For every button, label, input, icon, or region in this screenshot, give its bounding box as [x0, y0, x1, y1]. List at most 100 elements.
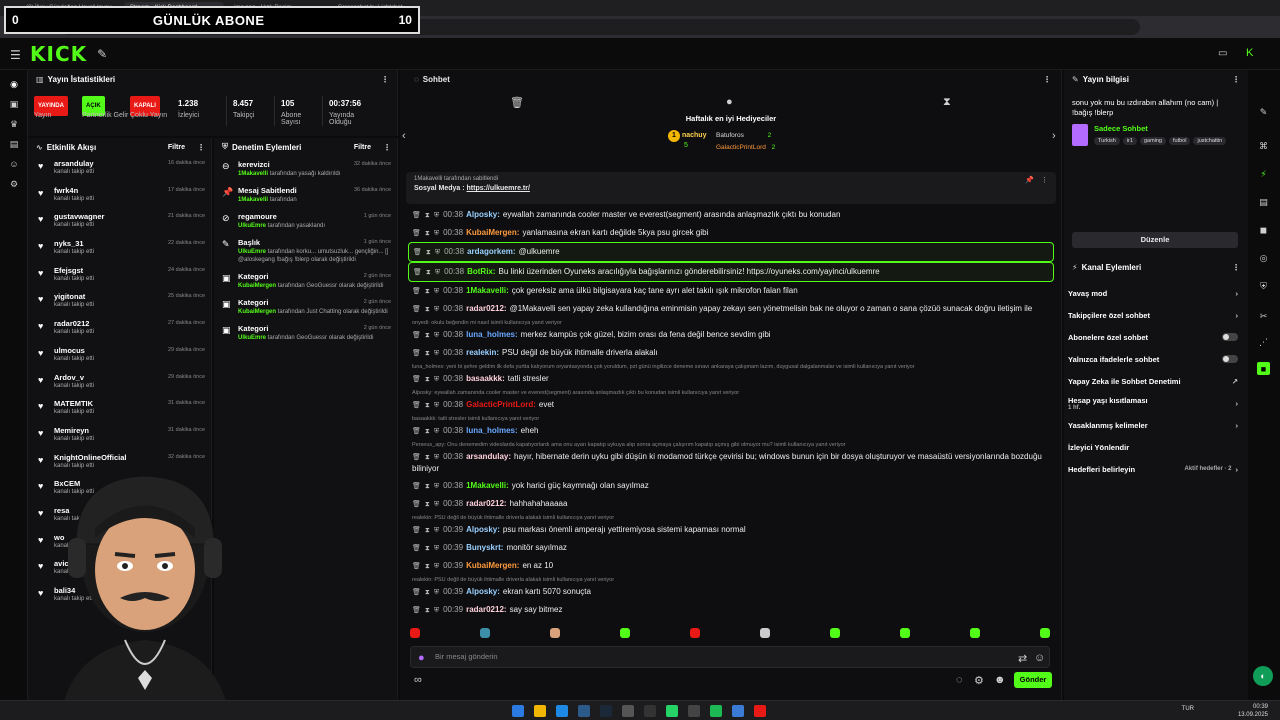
chat-message[interactable]: 🗑 ⧗ ⛨ 00:39 radar0212: say say bitmez	[408, 601, 1054, 616]
bolt-icon[interactable]: ⚡	[1257, 168, 1270, 181]
ban-icon[interactable]: ⛨	[434, 288, 439, 295]
mod-actor[interactable]: UlkuEmre	[238, 335, 266, 341]
timeout-icon[interactable]: ⧗	[425, 527, 430, 534]
timeout-icon[interactable]: ⧗	[425, 483, 430, 490]
message-username[interactable]: luna_holmes:	[466, 426, 518, 435]
video-icon[interactable]: ▣	[8, 98, 20, 110]
trash-icon[interactable]: 🗑	[412, 589, 421, 596]
chat-message[interactable]: 🗑 ⧗ ⛨ 00:38 1Makavelli: yok harici güç kaymna…	[408, 477, 1054, 495]
ban-icon[interactable]: ⛨	[434, 607, 439, 614]
timeout-icon[interactable]: ⧗	[425, 607, 430, 614]
message-username[interactable]: BotRix:	[467, 267, 495, 276]
trash-icon[interactable]: 🗑	[413, 249, 422, 256]
menu-icon[interactable]: ☰	[10, 48, 21, 62]
spotify-icon[interactable]	[710, 705, 722, 717]
trash-icon[interactable]: 🗑	[412, 230, 421, 237]
more-icon[interactable]: ⋮	[381, 75, 389, 84]
timeout-icon[interactable]: ⧗	[425, 454, 430, 461]
mod-actor[interactable]: 1Makavelli	[238, 171, 268, 177]
emote[interactable]	[690, 628, 700, 638]
timeout-icon[interactable]: ⧗	[425, 402, 430, 409]
message-username[interactable]: GalacticPrintLord:	[466, 400, 536, 409]
emote[interactable]	[970, 628, 980, 638]
ban-icon[interactable]: ⛨	[434, 501, 439, 508]
reply-context[interactable]: realekin: PSU değil de büyük ihtimalle d…	[408, 575, 1054, 583]
emote[interactable]	[900, 628, 910, 638]
channel-action-row[interactable]: Yavaş mod ›	[1064, 282, 1248, 304]
moderation-item[interactable]: ▣ Kategori KubaiMergen tarafından GeoGuess…	[214, 268, 397, 294]
reply-context[interactable]: Alposky: eywallah zamanında cooler maste…	[408, 388, 1054, 396]
category-thumbnail[interactable]	[1072, 124, 1088, 146]
channel-action-row[interactable]: İzleyici Yönlendir	[1064, 436, 1248, 458]
moderation-item[interactable]: ▣ Kategori KubaiMergen tarafından Just Cha…	[214, 294, 397, 320]
ban-icon[interactable]: ⛨	[434, 527, 439, 534]
activity-item[interactable]: ♥ yigitonat kanalı takip etti 25 dakika önc…	[28, 289, 211, 316]
toggle-switch[interactable]	[1222, 333, 1238, 341]
activity-filter-button[interactable]: Filtre	[168, 144, 185, 151]
edge-icon[interactable]	[556, 705, 568, 717]
message-username[interactable]: radar0212:	[466, 304, 506, 313]
activity-item[interactable]: ♥ fwrk4n kanalı takip etti 17 dakika önce	[28, 183, 211, 210]
app-icon[interactable]	[732, 705, 744, 717]
activity-item[interactable]: ♥ Memireyn kanalı takip etti 31 dakika önce	[28, 423, 211, 450]
reply-context[interactable]: Perseus_apy: Onu denemedim videolarda ka…	[408, 440, 1054, 448]
timeout-icon[interactable]: ⧗	[425, 428, 430, 435]
message-username[interactable]: radar0212:	[466, 605, 506, 614]
ban-icon[interactable]: ⛨	[434, 545, 439, 552]
message-username[interactable]: KubaiMergen:	[466, 228, 519, 237]
moderation-item[interactable]: 📌 Mesaj Sabitlendi 1Makavelli tarafından 36…	[214, 182, 397, 208]
timeout-icon[interactable]: ⧗	[425, 563, 430, 570]
steam-icon[interactable]	[578, 705, 590, 717]
more-icon[interactable]: ⋮	[197, 143, 205, 152]
timeout-icon[interactable]: ⧗	[425, 501, 430, 508]
trash-icon[interactable]: 🗑	[412, 350, 421, 357]
trash-icon[interactable]: 🗑	[412, 454, 421, 461]
trash-icon[interactable]: 🗑	[412, 402, 421, 409]
assistant-icon[interactable]: ◐	[1253, 666, 1273, 686]
chat-message[interactable]: 🗑 ⧗ ⛨ 00:39 Bunyskrt: monitör sayılmaz	[408, 539, 1054, 557]
trash-icon[interactable]: 🗑	[412, 545, 421, 552]
chat-message[interactable]: 🗑 ⧗ ⛨ 00:38 BotRix: Bu linki üzerinden Oyunek…	[408, 262, 1054, 282]
trash-icon[interactable]: 🗑	[412, 288, 421, 295]
emote[interactable]	[480, 628, 490, 638]
timeout-icon[interactable]: ⧗	[425, 332, 430, 339]
more-icon[interactable]: ⋮	[383, 143, 391, 152]
clipboard-icon[interactable]: ▤	[1257, 196, 1270, 209]
channel-action-row[interactable]: Yalnızca ifadelerle sohbet	[1064, 348, 1248, 370]
trash-icon[interactable]: 🗑	[412, 376, 421, 383]
clock[interactable]: 00:39 13.09.2025	[1238, 703, 1268, 719]
moderation-item[interactable]: ⊖ kerevizci 1Makavelli tarafından yasağı k…	[214, 156, 397, 182]
message-username[interactable]: KubaiMergen:	[466, 561, 519, 570]
trash-icon[interactable]: 🗑	[412, 501, 421, 508]
message-username[interactable]: 1Makavelli:	[466, 481, 509, 490]
kick-brand-icon[interactable]: K	[1246, 47, 1253, 59]
tag-chip[interactable]: gaming	[1139, 137, 1166, 145]
toggle-switch[interactable]	[1222, 355, 1238, 363]
timeout-icon[interactable]: ⧗	[425, 230, 430, 237]
activity-item[interactable]: ♥ ulmocus kanalı takip etti 29 dakika önce	[28, 343, 211, 370]
message-username[interactable]: arsandulay:	[466, 452, 511, 461]
shield-icon[interactable]: ⛨	[1257, 280, 1270, 293]
trash-icon[interactable]: 🗑	[412, 212, 421, 219]
emoji-icon[interactable]: ☺	[1034, 652, 1045, 664]
activity-item[interactable]: ♥ Efejsgst kanalı takip etti 24 dakika önce	[28, 263, 211, 290]
timeout-icon[interactable]: ⧗	[426, 249, 431, 256]
moderation-filter-button[interactable]: Filtre	[354, 144, 371, 151]
chat-message[interactable]: 🗑 ⧗ ⛨ 00:39 Alposky: ekran kartı 5070 sonuçta	[408, 583, 1054, 601]
emote[interactable]	[1040, 628, 1050, 638]
message-username[interactable]: Bunyskrt:	[466, 543, 503, 552]
ban-icon[interactable]: ⛨	[434, 350, 439, 357]
app-icon[interactable]: ■	[1257, 362, 1270, 375]
chat-message[interactable]: 🗑 ⧗ ⛨ 00:38 Alposky: eywallah zamanında coole…	[408, 206, 1054, 224]
emote[interactable]	[830, 628, 840, 638]
edit-button[interactable]: Düzenle	[1072, 232, 1238, 248]
trash-icon[interactable]: 🗑	[412, 306, 421, 313]
emote[interactable]	[760, 628, 770, 638]
category-name[interactable]: Sadece Sohbet	[1094, 124, 1226, 133]
chevron-right-icon[interactable]: ›	[1236, 311, 1239, 320]
ban-icon[interactable]: ⛨	[435, 249, 440, 256]
mod-actor[interactable]: 1Makavelli	[238, 197, 268, 203]
ban-icon[interactable]: ⛨	[434, 428, 439, 435]
layout-icon[interactable]: ▭	[1218, 48, 1227, 59]
wallet-icon[interactable]: ▤	[8, 138, 20, 150]
